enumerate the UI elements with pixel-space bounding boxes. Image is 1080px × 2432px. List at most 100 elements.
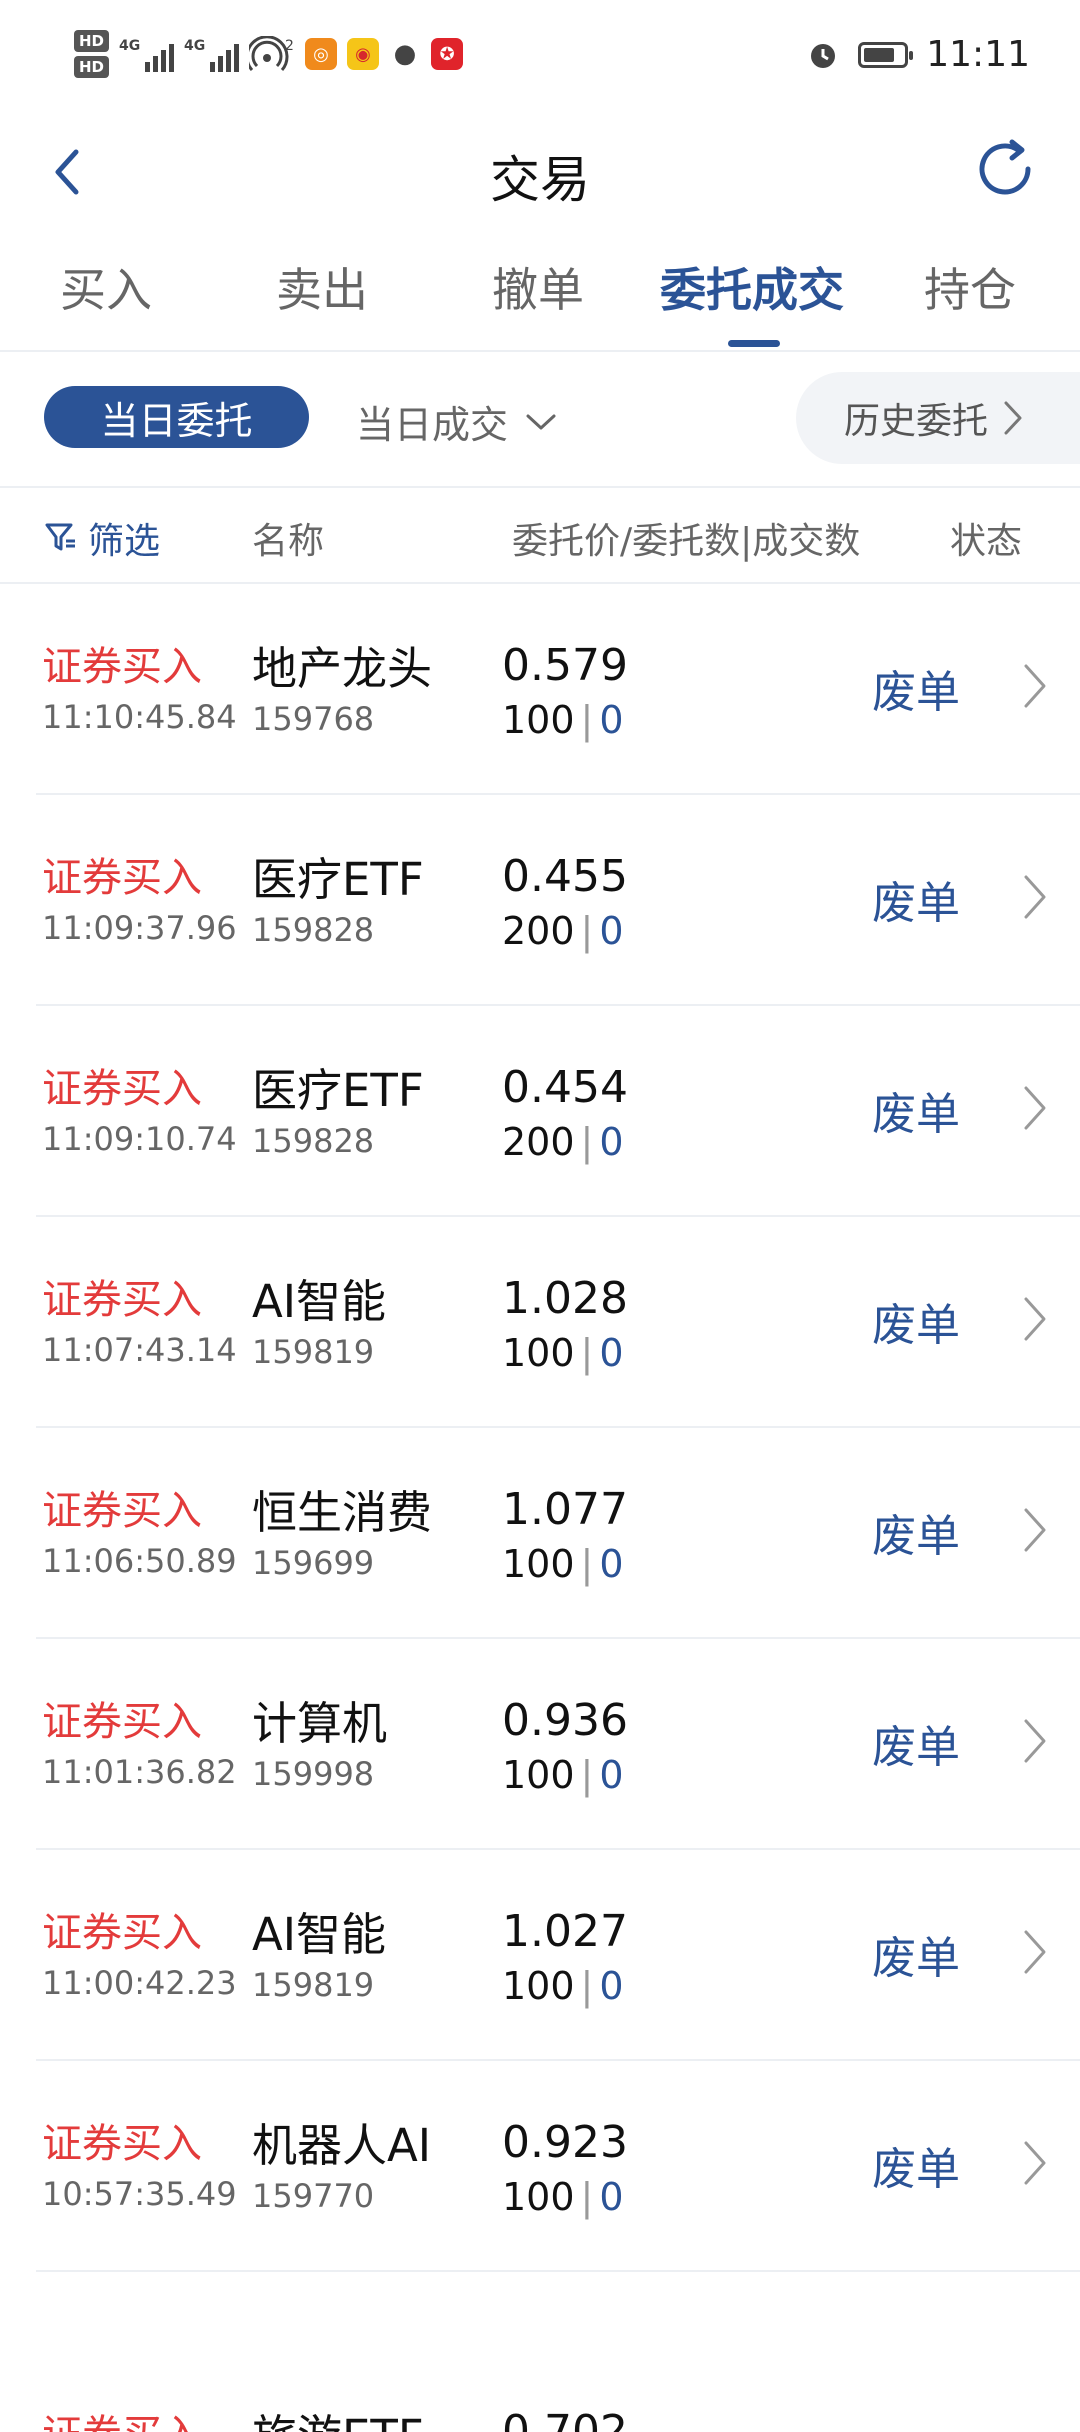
table-row[interactable]: 证券买入 11:00:42.23 AI智能 159819 1.027 100 | 0… [36,1850,1080,2061]
header-status: 状态 [950,521,1023,562]
order-type: 证券买入 [42,1488,202,1534]
order-status: 废单 [872,1300,960,1351]
status-left: HD HD 4G 4G 2 ◎ ◉ ● ✪ [74,30,464,78]
order-qty: 200 | 0 [502,909,624,953]
order-qty: 100 | 0 [502,1964,624,2008]
chevron-right-icon [1024,1508,1046,1552]
order-type: 证券买入 [42,1910,202,1956]
order-status: 废单 [872,2144,960,2195]
table-row-partial[interactable]: 证券买入 旅游ETF 0.702 [36,2272,1080,2432]
order-qty: 100 | 0 [502,698,624,742]
security-name: 医疗ETF [252,853,424,906]
order-price: 0.454 [502,1062,628,1113]
tab-sell[interactable]: 卖出 [276,254,368,320]
security-code: 159768 [252,700,375,738]
order-qty: 100 | 0 [502,1542,624,1586]
history-orders-button[interactable]: 历史委托 [796,372,1080,464]
chevron-right-icon [1024,1719,1046,1763]
tab-positions[interactable]: 持仓 [924,254,1016,320]
table-header: 筛选 名称 委托价/委托数|成交数 状态 [0,488,1080,584]
order-status: 废单 [872,667,960,718]
order-qty: 100 | 0 [502,1331,624,1375]
order-price: 1.027 [502,1906,628,1957]
order-type: 证券买入 [42,855,202,901]
today-orders-button[interactable]: 当日委托 [44,386,309,448]
header-name: 名称 [252,521,325,562]
hd-icon: HD HD [74,30,110,78]
order-status: 废单 [872,1722,960,1773]
tab-orders-deals[interactable]: 委托成交 [660,254,844,320]
security-code: 159828 [252,911,375,949]
order-price: 0.579 [502,640,628,691]
signal-icon: 4G [119,36,175,72]
nav-bar: 交易 [0,120,1080,230]
history-orders-label: 历史委托 [844,401,989,442]
security-code: 159770 [252,2177,375,2215]
table-row[interactable]: 证券买入 11:09:10.74 医疗ETF 159828 0.454 200 |… [36,1006,1080,1217]
filter-icon [45,523,75,551]
order-time: 11:10:45.84 [42,698,237,736]
tab-cancel[interactable]: 撤单 [492,254,584,320]
order-list: 证券买入 11:10:45.84 地产龙头 159768 0.579 100 | 0… [0,584,1080,2432]
order-type: 证券买入 [42,1699,202,1745]
order-price: 1.077 [502,1484,628,1535]
order-status: 废单 [872,878,960,929]
security-code: 159998 [252,1755,375,1793]
table-row[interactable]: 证券买入 11:07:43.14 AI智能 159819 1.028 100 | 0… [36,1217,1080,1428]
order-type: 证券买入 [42,2121,202,2167]
app-notification-icon: ◎ [305,38,338,70]
header-price-qty: 委托价/委托数|成交数 [512,521,861,562]
table-row[interactable]: 证券买入 11:09:37.96 医疗ETF 159828 0.455 200 |… [36,795,1080,1006]
security-name: 计算机 [252,1697,388,1750]
order-qty: 100 | 0 [502,1753,624,1797]
security-code: 159819 [252,1333,375,1371]
order-qty: 200 | 0 [502,1120,624,1164]
security-name: AI智能 [252,1275,387,1328]
chevron-right-icon [1024,2141,1046,2185]
status-bar: HD HD 4G 4G 2 ◎ ◉ ● ✪ 11:11 [0,0,1080,120]
order-price: 0.923 [502,2117,628,2168]
order-status: 废单 [872,1933,960,1984]
page-title: 交易 [490,151,590,209]
order-type: 证券买入 [42,1066,202,1112]
chevron-right-icon [1024,875,1046,919]
order-type: 证券买入 [42,2402,202,2432]
chevron-right-icon [1004,401,1022,435]
security-code: 159819 [252,1966,375,2004]
svg-text:2: 2 [285,38,294,54]
chevron-right-icon [1024,1930,1046,1974]
security-code: 159828 [252,1122,375,1160]
order-price: 0.702 [502,2406,628,2432]
table-row[interactable]: 证券买入 11:10:45.84 地产龙头 159768 0.579 100 | 0… [36,584,1080,795]
security-name: 医疗ETF [252,1064,424,1117]
order-status: 废单 [872,1089,960,1140]
signal-icon-2: 4G [184,36,240,72]
tab-bar: 买入 卖出 撤单 委托成交 持仓 [0,240,1080,352]
order-time: 11:06:50.89 [42,1542,237,1580]
order-price: 0.936 [502,1695,628,1746]
today-deals-label: 当日成交 [356,403,509,447]
today-deals-dropdown[interactable]: 当日成交 [356,394,558,449]
table-row[interactable]: 证券买入 11:06:50.89 恒生消费 159699 1.077 100 | 0… [36,1428,1080,1639]
security-name: 旅游ETF [252,2400,424,2432]
status-right: 11:11 [806,34,1030,75]
table-row[interactable]: 证券买入 10:57:35.49 机器人AI 159770 0.923 100 |… [36,2061,1080,2272]
refresh-icon[interactable] [970,134,1040,204]
order-time: 10:57:35.49 [42,2175,237,2213]
alarm-icon [811,43,836,68]
security-name: 地产龙头 [252,642,433,695]
filter-button[interactable]: 筛选 [44,512,160,564]
table-row[interactable]: 证券买入 11:01:36.82 计算机 159998 0.936 100 | 0 … [36,1639,1080,1850]
weibo-icon: ◉ [347,38,380,70]
wechat-icon: ● [393,39,417,69]
order-time: 11:09:10.74 [42,1120,237,1158]
tab-buy[interactable]: 买入 [60,254,152,320]
battery-icon [858,41,914,68]
order-status: 废单 [872,1511,960,1562]
security-code: 159699 [252,1544,375,1582]
order-price: 1.028 [502,1273,628,1324]
sub-filter-bar: 当日委托 当日成交 历史委托 [0,352,1080,488]
order-time: 11:09:37.96 [42,909,237,947]
security-name: 恒生消费 [252,1486,433,1539]
tab-indicator [728,340,780,347]
